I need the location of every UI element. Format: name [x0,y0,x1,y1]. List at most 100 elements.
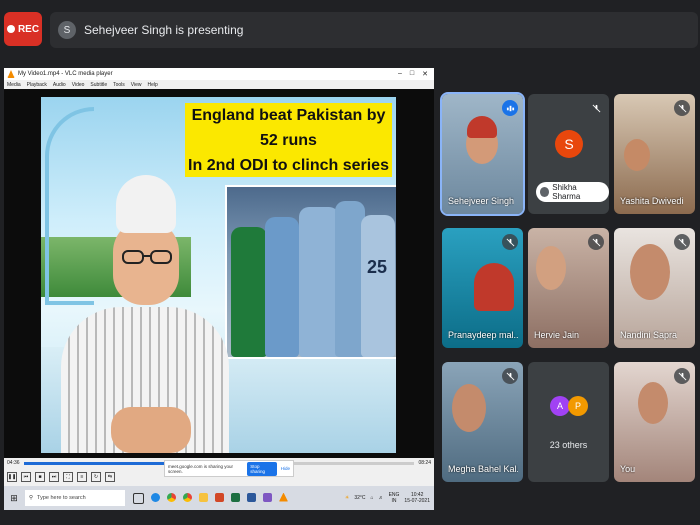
share-notice-text: meet.google.com is sharing your screen. [168,463,234,474]
name-chip: Shikha Sharma [536,182,609,202]
minimize-icon[interactable]: – [398,70,402,78]
loop-icon[interactable]: ↻ [91,472,101,482]
participant-video [630,244,670,300]
self-tile[interactable]: You [614,362,695,482]
participant-name: Nandini Sapra [620,330,678,340]
search-icon: ⚲ [29,495,34,501]
red-turban [474,263,514,311]
white-turban [116,175,176,233]
weather-temp: 32°C [354,495,366,501]
participant-name: Yashita Dwivedi [620,196,684,206]
menu-audio[interactable]: Audio [53,82,66,88]
weather-icon: ☀ [344,495,350,501]
participant-name: Pranaydeep mal... [448,330,518,340]
windows-taskbar: ⊞ ⚲ Type here to search ☀ 32°C ⌂ ♬ ENG I… [4,486,434,510]
language-indicator[interactable]: ENG IN [389,492,400,504]
menu-playback[interactable]: Playback [27,82,47,88]
clock-date: 15-07-2021 [404,498,430,504]
player-figure [265,217,299,357]
word-icon[interactable] [247,492,256,502]
participant-video [638,382,668,424]
vlc-taskbar-icon[interactable] [279,492,288,502]
others-avatar: P [568,396,588,416]
chrome-icon[interactable] [183,492,192,502]
shuffle-icon[interactable]: ⇆ [105,472,115,482]
others-count: 23 others [549,440,588,450]
close-icon[interactable]: ✕ [422,70,428,78]
system-tray: ☀ 32°C ⌂ ♬ ENG IN 10:42 15-07-2021 [345,492,434,504]
others-avatar: A [550,396,570,416]
powerpoint-icon[interactable] [215,492,224,502]
menu-media[interactable]: Media [7,82,21,88]
participant-video [624,139,650,171]
stop-sharing-button[interactable]: Stop sharing [247,461,277,476]
recording-badge[interactable]: REC [4,12,42,46]
participant-tile[interactable]: Hervie Jain [528,228,609,348]
screen-share-notice: meet.google.com is sharing your screen. … [164,460,294,477]
pause-icon[interactable]: ❚❚ [7,472,17,482]
red-turban [467,116,497,138]
vlc-title-bar: My Video1.mp4 - VLC media player – □ ✕ [4,68,434,80]
previous-icon[interactable]: ⏮ [21,472,31,482]
vlc-menu-bar: Media Playback Audio Video Subtitle Tool… [4,80,434,89]
jersey-number: 25 [367,257,388,277]
taskbar-clock[interactable]: 10:42 15-07-2021 [404,492,430,504]
next-icon[interactable]: ⏭ [49,472,59,482]
participant-name: Shikha Sharma [552,183,581,201]
chrome-icon[interactable] [167,492,176,502]
speaking-indicator-icon [502,100,518,116]
total-time: 08:24 [418,460,431,466]
menu-tools[interactable]: Tools [113,82,125,88]
taskbar-apps [133,492,288,504]
participant-tile[interactable]: S Shikha Sharma [528,94,609,214]
excel-icon[interactable] [231,492,240,502]
windows-start-icon[interactable]: ⊞ [7,491,21,505]
participant-name: Megha Bahel Kal... [448,464,518,474]
participant-video [452,384,486,432]
app-icon[interactable] [263,492,272,502]
participant-tile[interactable]: Nandini Sapra [614,228,695,348]
video-frame[interactable]: England beat Pakistan by 52 runs In 2nd … [4,89,434,458]
task-view-icon[interactable] [133,492,144,504]
mic-off-icon [674,234,690,250]
shared-screen: My Video1.mp4 - VLC media player – □ ✕ M… [4,68,434,510]
chip-avatar-icon [540,187,550,197]
presenter-figure [41,157,241,453]
folder-icon[interactable] [199,492,208,502]
edge-icon[interactable] [151,492,160,502]
participant-tile[interactable]: Sehejveer Singh [440,92,525,216]
network-icon[interactable]: ⌂ [371,495,374,501]
presenting-text: Sehejveer Singh is presenting [84,23,244,37]
record-dot-icon [6,25,15,33]
participant-name: Hervie Jain [534,330,580,340]
participant-tile[interactable]: Pranaydeep mal... [442,228,523,348]
glasses-icon [122,250,172,264]
mic-off-icon [588,234,604,250]
fullscreen-icon[interactable]: ⛶ [63,472,73,482]
news-scene: England beat Pakistan by 52 runs In 2nd … [41,97,396,453]
playlist-icon[interactable]: ≡ [77,472,87,482]
seek-progress [23,461,173,465]
vlc-window-title: My Video1.mp4 - VLC media player [18,71,113,77]
participant-name: Sehejveer Singh [448,196,515,206]
clasped-hands [111,407,191,453]
taskbar-search[interactable]: ⚲ Type here to search [25,490,125,506]
others-tile[interactable]: A P 23 others [528,362,609,482]
menu-help[interactable]: Help [148,82,158,88]
participant-name: You [620,464,636,474]
participant-avatar: S [555,130,583,158]
stop-icon[interactable]: ■ [35,472,45,482]
menu-view[interactable]: View [131,82,142,88]
elapsed-time: 04:36 [7,460,20,466]
rec-label: REC [17,23,40,35]
maximize-icon[interactable]: □ [410,70,414,78]
participant-tile[interactable]: Megha Bahel Kal... [442,362,523,482]
taskbar-search-placeholder: Type here to search [37,495,86,501]
menu-video[interactable]: Video [72,82,85,88]
participant-video [536,246,566,290]
participant-tile[interactable]: Yashita Dwivedi [614,94,695,214]
menu-subtitle[interactable]: Subtitle [90,82,107,88]
mic-off-icon [674,100,690,116]
volume-icon[interactable]: ♬ [379,495,384,501]
hide-link[interactable]: Hide [281,466,290,471]
